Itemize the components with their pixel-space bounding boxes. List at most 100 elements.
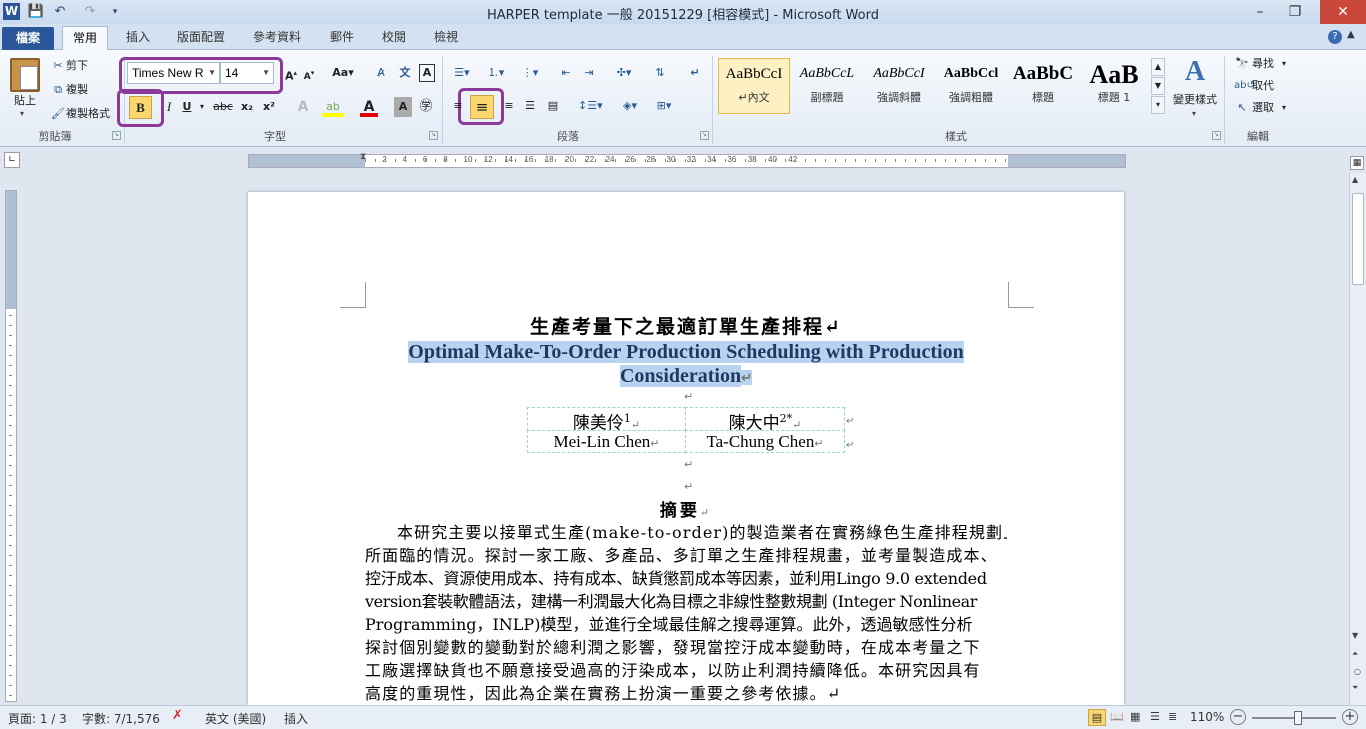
title-english[interactable]: Optimal Make-To-Order Production Schedul… [365,340,1007,390]
clipboard-launcher-icon[interactable]: ↘ [112,131,121,140]
author-cell[interactable]: Mei-Lin Chen↵ [527,430,686,453]
select-icon[interactable]: ↖ [1234,98,1250,118]
find-icon[interactable]: 🔭 [1234,54,1250,74]
align-center-button[interactable]: ≡ [470,95,494,119]
proofing-icon[interactable]: ✗ [172,708,183,723]
horizontal-ruler[interactable]: 6422468101214161820222426283032343638404… [248,154,1126,168]
change-styles-icon[interactable]: A [1180,56,1210,88]
paragraph-launcher-icon[interactable]: ↘ [700,131,709,140]
next-page-icon[interactable]: ⏷ [1352,683,1358,693]
author-cell[interactable]: Ta-Chung Chen↵ [685,430,845,453]
change-styles-dropdown-icon[interactable]: ▾ [1192,109,1196,118]
font-launcher-icon[interactable]: ↘ [429,131,438,140]
superscript-button[interactable]: x² [261,97,277,117]
ruler-view-icon[interactable]: ▦ [1350,156,1364,170]
style-strong[interactable]: AaBbCcl 強調粗體 [936,58,1006,114]
restore-button[interactable]: ❐ [1280,0,1310,24]
font-name-combo[interactable]: Times New R ▼ [127,62,220,84]
replace-button[interactable]: 取代 [1252,76,1288,96]
font-name-dropdown-icon[interactable]: ▼ [208,63,216,83]
highlight-color-icon[interactable]: ab [322,97,344,117]
cut-icon[interactable]: ✂ [50,56,66,76]
sort-icon[interactable]: ⇅ [651,63,669,83]
change-case-icon[interactable]: Aa▾ [330,63,356,83]
minimize-button[interactable]: – [1245,0,1275,24]
style-normal[interactable]: AaBbCcI ↵內文 [718,58,790,114]
web-layout-icon[interactable]: ▦ [1130,710,1140,723]
select-dropdown-icon[interactable]: ▾ [1279,98,1289,118]
zoom-out-icon[interactable]: − [1230,709,1246,725]
style-subtitle[interactable]: AaBbCcL 副標題 [792,58,862,114]
asian-layout-icon[interactable]: ✣▾ [612,63,636,83]
vertical-scrollbar[interactable]: ▲ ▼ ⏶ ○ ⏷ [1349,173,1366,705]
tab-insert[interactable]: 插入 [118,26,158,50]
author-table[interactable]: 陳美伶1↵ 陳大中2*↵ Mei-Lin Chen↵ Ta-Chung Chen… [527,407,845,453]
tab-page-layout[interactable]: 版面配置 [170,26,232,50]
align-left-icon[interactable]: ≡ [450,96,466,116]
previous-page-icon[interactable]: ⏶ [1352,649,1358,659]
strikethrough-button[interactable]: abc [212,97,234,117]
style-heading-1[interactable]: AaB 標題 1 [1080,58,1148,114]
abstract-line[interactable]: 工廠選擇缺貨也不願意接受過高的汙染成本，以防止利潤持續降低。本研究因具有 [365,659,1007,682]
enclose-characters-icon[interactable]: ㊫ [417,97,435,117]
line-spacing-icon[interactable]: ↕☰▾ [578,96,603,116]
character-border-icon[interactable]: A [419,64,435,82]
document-page[interactable]: 生產考量下之最適訂單生產排程↵ Optimal Make-To-Order Pr… [248,192,1124,705]
abstract-heading[interactable]: 摘要↵ [365,496,1007,521]
font-color-icon[interactable]: A [360,97,378,117]
tab-home[interactable]: 常用 [62,26,108,50]
abstract-line[interactable]: 探討個別變數的變動對於總利潤之影響，發現當控汙成本變動時，在成本考量之下 [365,636,1007,659]
full-screen-reading-icon[interactable]: 📖 [1110,710,1124,723]
abstract-line[interactable]: 本研究主要以接單式生產(make-to-order)的製造業者在實務綠色生產排程… [365,521,1007,544]
draft-view-icon[interactable]: ≣ [1168,710,1177,723]
decrease-indent-icon[interactable]: ⇤ [557,63,575,83]
abstract-line[interactable]: 所面臨的情況。探討一家工廠、多產品、多訂單之生產排程規畫，並考量製造成本、 [365,544,1007,567]
author-cell[interactable]: 陳大中2*↵ [685,407,845,434]
word-count[interactable]: 字數: 7/1,576 [82,710,160,727]
scroll-up-icon[interactable]: ▲ [1352,175,1358,184]
abstract-line[interactable]: Programming，INLP)模型，並進行全域最佳解之搜尋運算。此外，透過敏… [365,613,1007,636]
abstract-line[interactable]: 控汙成本、資源使用成本、持有成本、缺貨懲罰成本等因素，並利用Lingo 9.0 … [365,567,1007,590]
tab-references[interactable]: 參考資料 [246,26,308,50]
copy-button[interactable]: 複製 [66,80,96,100]
borders-icon[interactable]: ⊞▾ [652,96,676,116]
numbering-icon[interactable]: ⒈▾ [484,63,508,83]
cut-button[interactable]: 剪下 [66,56,96,76]
tab-mailings[interactable]: 郵件 [322,26,362,50]
scroll-down-icon[interactable]: ▼ [1352,631,1358,640]
shrink-font-icon[interactable]: A▾ [301,63,317,83]
font-size-dropdown-icon[interactable]: ▼ [262,63,270,83]
scroll-thumb[interactable] [1352,193,1364,285]
format-painter-button[interactable]: 複製格式 [66,104,118,124]
zoom-slider[interactable] [1252,711,1336,725]
outline-view-icon[interactable]: ☰ [1150,710,1160,723]
justify-icon[interactable]: ☰ [522,96,538,116]
abstract-line[interactable]: 高度的重現性，因此為企業在實務上扮演一重要之參考依據。↵ [365,682,1007,705]
styles-launcher-icon[interactable]: ↘ [1212,131,1221,140]
browse-object-icon[interactable]: ○ [1354,667,1361,676]
title-chinese[interactable]: 生產考量下之最適訂單生產排程↵ [365,312,1007,339]
underline-dropdown-icon[interactable]: ▾ [197,97,207,117]
clear-formatting-icon[interactable]: A̷ [372,63,390,83]
style-emphasis[interactable]: AaBbCcI 強調斜體 [864,58,934,114]
italic-button[interactable]: I [161,97,177,117]
close-button[interactable]: ✕ [1320,0,1366,24]
copy-icon[interactable]: ⧉ [50,80,66,100]
grow-font-icon[interactable]: A▴ [283,63,299,83]
multilevel-list-icon[interactable]: ⋮▾ [518,63,542,83]
find-dropdown-icon[interactable]: ▾ [1279,54,1289,74]
tab-view[interactable]: 檢視 [426,26,466,50]
bullets-icon[interactable]: ☰▾ [450,63,474,83]
styles-scroll-up-icon[interactable]: ▲ [1151,58,1165,76]
phonetic-guide-icon[interactable]: 文 [396,63,414,83]
paste-dropdown-icon[interactable]: ▾ [20,109,24,118]
insert-mode-indicator[interactable]: 插入 [284,710,308,727]
align-right-icon[interactable]: ≡ [502,96,516,116]
tab-selector-icon[interactable]: ∟ [4,152,20,168]
text-effects-icon[interactable]: A [294,97,312,117]
paste-icon[interactable] [10,58,40,92]
font-size-combo[interactable]: 14 ▼ [220,62,274,84]
print-layout-view-icon[interactable]: ▤ [1088,709,1106,726]
author-cell[interactable]: 陳美伶1↵ [527,407,686,434]
paste-button[interactable]: 貼上 [6,91,44,111]
